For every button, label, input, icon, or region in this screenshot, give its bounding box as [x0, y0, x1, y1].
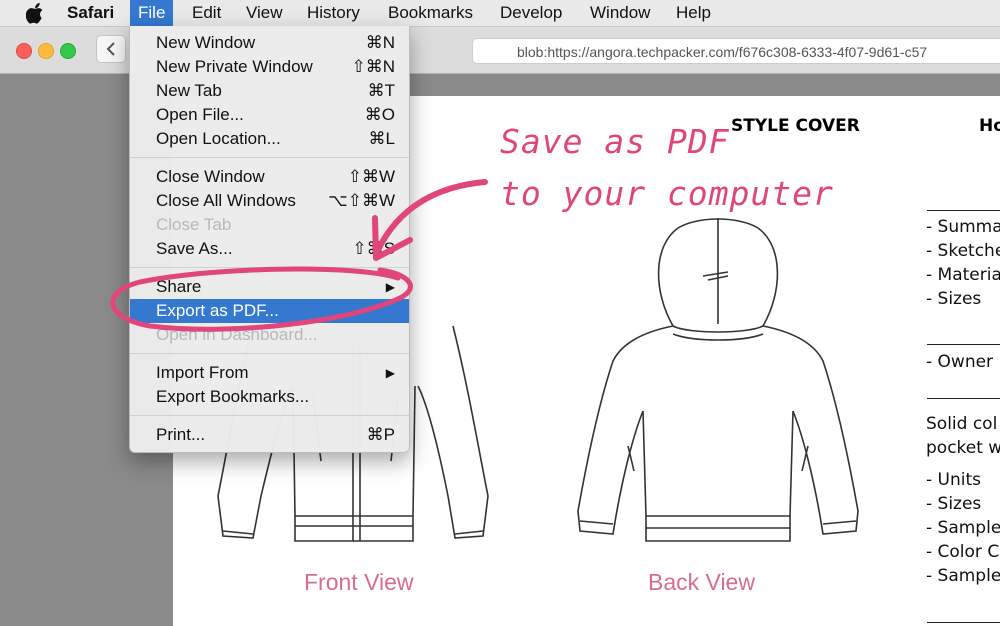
menu-item-label: New Window [156, 33, 256, 52]
menu-app-safari[interactable]: Safari [67, 3, 114, 23]
menu-item-label: New Private Window [156, 57, 313, 76]
list-item: - Summa [926, 217, 1000, 237]
list-item: - Materia [926, 265, 1000, 285]
menu-item-import-from[interactable]: Import From ▶ [130, 361, 409, 385]
menu-item-share[interactable]: Share ▶ [130, 275, 409, 299]
menu-develop[interactable]: Develop [500, 3, 562, 23]
menu-view[interactable]: View [246, 3, 283, 23]
divider [927, 210, 1000, 211]
description-text: pocket w [926, 438, 1000, 458]
menu-separator [130, 267, 409, 268]
list-item: - Sketche [926, 241, 1000, 261]
menu-item-close-tab: Close Tab [130, 213, 409, 237]
divider [927, 344, 1000, 345]
menu-window[interactable]: Window [590, 3, 650, 23]
list-item: - Color C [926, 542, 1000, 562]
menu-separator [130, 415, 409, 416]
menu-item-print[interactable]: Print... ⌘P [130, 423, 409, 447]
menu-item-open-file[interactable]: Open File... ⌘O [130, 103, 409, 127]
menu-item-label: Import From [156, 363, 249, 382]
menu-item-new-private-window[interactable]: New Private Window ⇧⌘N [130, 55, 409, 79]
menu-bar: Safari File Edit View History Bookmarks … [0, 0, 1000, 27]
header-clipped: Ho [979, 116, 1000, 136]
minimize-window-button[interactable] [38, 43, 54, 59]
menu-separator [130, 157, 409, 158]
list-item: - Sample [926, 566, 1000, 586]
style-cover-heading: STYLE COVER [731, 116, 860, 136]
annotation-line-1: Save as PDF [500, 122, 730, 161]
menu-item-label: Close Window [156, 167, 265, 186]
menu-item-label: Save As... [156, 239, 233, 258]
chevron-left-icon [106, 42, 115, 56]
menu-item-label: Share [156, 277, 202, 296]
divider [927, 622, 1000, 623]
list-item: - Owner [926, 352, 994, 372]
address-bar[interactable]: blob:https://angora.techpacker.com/f676c… [472, 38, 1000, 64]
back-view-sketch [577, 218, 859, 542]
menu-item-label: Print... [156, 425, 206, 444]
menu-separator [130, 353, 409, 354]
submenu-arrow-icon: ▶ [385, 366, 395, 380]
shortcut-label: ⇧⌘N [351, 57, 395, 76]
menu-item-close-window[interactable]: Close Window ⇧⌘W [130, 165, 409, 189]
shortcut-label: ⌘O [364, 105, 395, 124]
menu-item-label: Open in Dashboard... [156, 325, 318, 344]
shortcut-label: ⌥⇧⌘W [328, 191, 395, 210]
shortcut-label: ⇧⌘S [352, 239, 395, 258]
menu-history[interactable]: History [307, 3, 360, 23]
menu-edit[interactable]: Edit [192, 3, 221, 23]
menu-help[interactable]: Help [676, 3, 711, 23]
menu-item-label: Close All Windows [156, 191, 296, 210]
menu-item-label: Export Bookmarks... [156, 387, 310, 406]
submenu-arrow-icon: ▶ [385, 280, 395, 294]
menu-bookmarks[interactable]: Bookmarks [388, 3, 473, 23]
menu-item-new-window[interactable]: New Window ⌘N [130, 31, 409, 55]
menu-item-label: Open Location... [156, 129, 281, 148]
back-view-label: Back View [648, 569, 755, 595]
list-item: - Sample [926, 518, 1000, 538]
annotation-line-2: to your computer [500, 174, 834, 213]
menu-item-close-all-windows[interactable]: Close All Windows ⌥⇧⌘W [130, 189, 409, 213]
shortcut-label: ⌘N [365, 33, 395, 52]
menu-file[interactable]: File [130, 0, 174, 26]
menu-item-new-tab[interactable]: New Tab ⌘T [130, 79, 409, 103]
close-window-button[interactable] [16, 43, 32, 59]
menu-item-label: Open File... [156, 105, 244, 124]
list-item: - Sizes [926, 289, 982, 309]
zoom-window-button[interactable] [60, 43, 76, 59]
description-text: Solid col [926, 414, 998, 434]
file-menu: New Window ⌘N New Private Window ⇧⌘N New… [129, 26, 410, 453]
front-view-label: Front View [304, 569, 414, 595]
menu-item-label: Export as PDF... [156, 301, 279, 320]
menu-item-label: Close Tab [156, 215, 232, 234]
apple-icon[interactable] [26, 2, 44, 24]
list-item: - Sizes [926, 494, 982, 514]
menu-item-label: New Tab [156, 81, 222, 100]
shortcut-label: ⌘T [367, 81, 395, 100]
menu-item-export-pdf[interactable]: Export as PDF... [130, 299, 409, 323]
back-button[interactable] [96, 35, 126, 63]
menu-item-export-bookmarks[interactable]: Export Bookmarks... [130, 385, 409, 409]
menu-item-save-as[interactable]: Save As... ⇧⌘S [130, 237, 409, 261]
divider [927, 398, 1000, 399]
shortcut-label: ⌘P [366, 425, 395, 444]
shortcut-label: ⇧⌘W [347, 167, 395, 186]
shortcut-label: ⌘L [368, 129, 395, 148]
list-item: - Units [926, 470, 982, 490]
menu-item-open-dashboard: Open in Dashboard... [130, 323, 409, 347]
menu-item-open-location[interactable]: Open Location... ⌘L [130, 127, 409, 151]
